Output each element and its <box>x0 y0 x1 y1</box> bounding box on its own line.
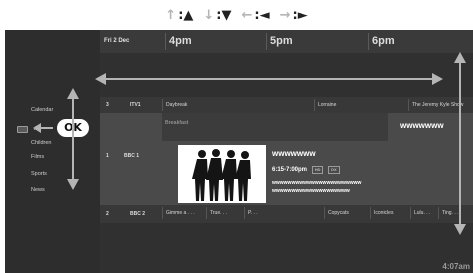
left-arrow-icon: ← <box>241 7 253 23</box>
legend-right: → :► <box>280 8 308 23</box>
legend-left-key: :◄ <box>254 7 270 23</box>
navigation-legend: ↑ :▲ ↓ :▼ ← :◄ → :► <box>0 0 473 30</box>
right-arrow-icon: → <box>279 7 291 23</box>
down-arrow-icon: ↓ <box>203 7 215 23</box>
legend-down-key: :▼ <box>216 7 232 23</box>
legend-up: ↑ :▲ <box>165 8 193 23</box>
legend-right-key: :► <box>292 7 308 23</box>
tv-guide-screen: Calendar All Children Films Sports News … <box>5 30 473 273</box>
up-arrow-icon: ↑ <box>165 7 177 23</box>
legend-down: ↓ :▼ <box>203 8 231 23</box>
legend-left: ← :◄ <box>242 8 270 23</box>
navigation-arrows-overlay <box>33 52 466 235</box>
clock: 4:07am <box>442 262 470 271</box>
legend-up-key: :▲ <box>178 7 194 23</box>
